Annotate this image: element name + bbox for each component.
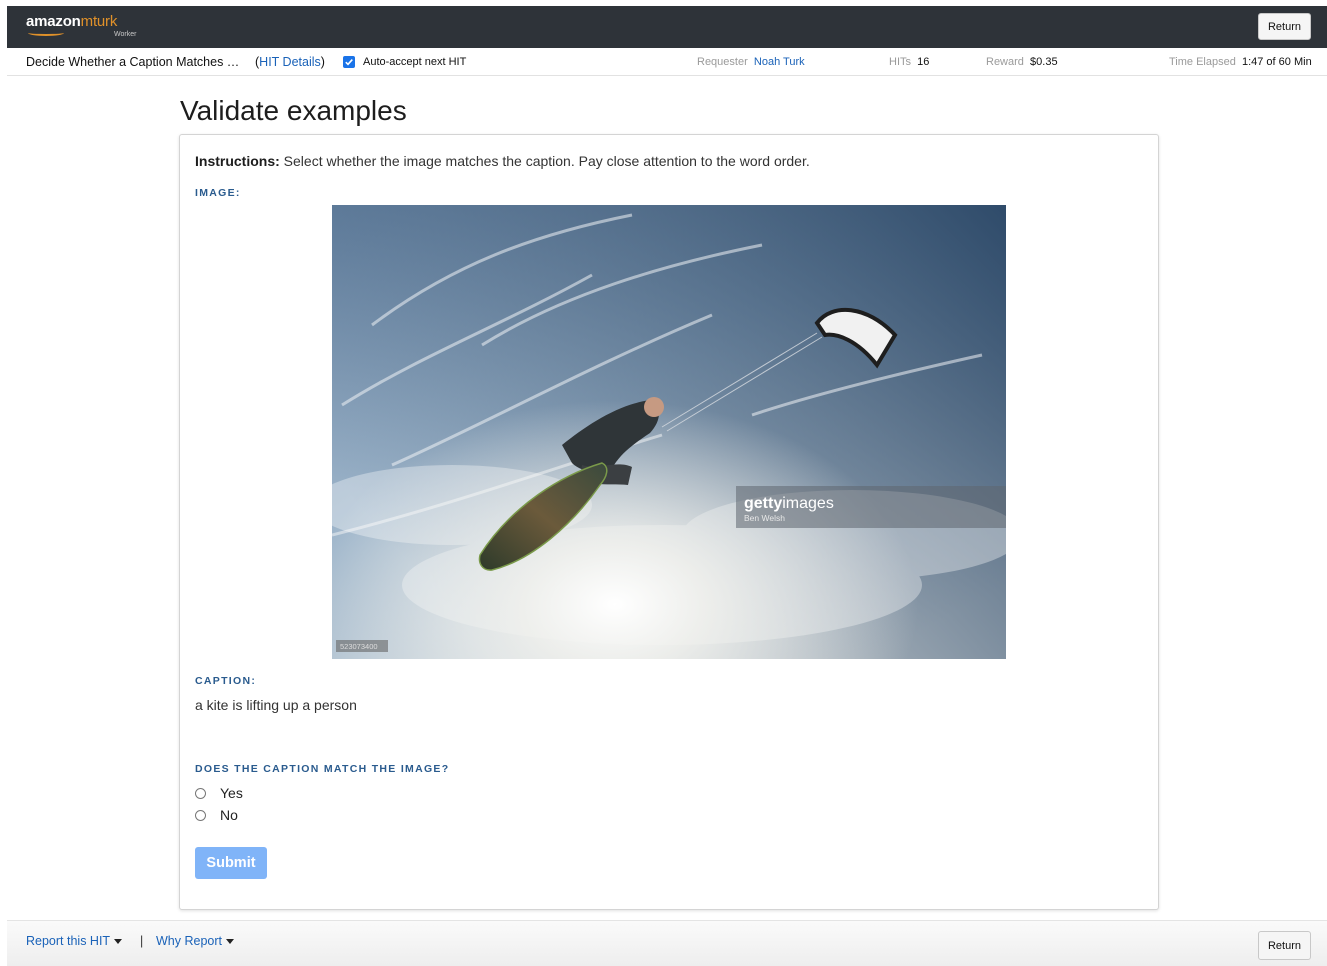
image-section-label: IMAGE: [195,187,241,199]
return-button-top[interactable]: Return [1258,13,1311,40]
task-image: gettyimages Ben Welsh 523073400 [332,205,1006,659]
footer-separator: | [140,934,144,948]
logo-subtitle: Worker [114,31,137,38]
time-value: 1:47 of 60 Min [1241,56,1312,68]
watermark-brand: getty [744,495,782,512]
option-yes-label: Yes [220,785,243,801]
question-label: DOES THE CAPTION MATCH THE IMAGE? [195,763,450,775]
option-no-label: No [220,807,238,823]
reward-info: Reward $0.35 [986,56,1058,68]
submit-button[interactable]: Submit [195,847,267,879]
requester-label: Requester [697,56,748,68]
footer-bar: Report this HIT | Why Report Return [7,920,1327,966]
auto-accept-checkbox[interactable] [343,56,355,68]
hit-title: Decide Whether a Caption Matches … [26,55,240,69]
logo-product: mturk [80,13,118,30]
image-id: 523073400 [340,642,378,651]
page-title: Validate examples [180,95,407,126]
kiteboarder-photo: gettyimages Ben Welsh 523073400 [332,205,1006,659]
radio-no[interactable] [195,809,206,821]
watermark-credit: Ben Welsh [744,513,785,523]
requester-link[interactable]: Noah Turk [754,56,805,68]
hit-details: (HIT Details) [255,55,325,69]
checkmark-icon [345,59,353,66]
svg-text:gettyimages: gettyimages [744,495,834,512]
instructions: Instructions: Select whether the image m… [195,153,810,169]
return-button-bottom[interactable]: Return [1258,931,1311,960]
caret-down-icon [114,939,123,945]
option-no[interactable]: No [195,807,238,823]
time-elapsed-info: Time Elapsed 1:47 of 60 Min [1169,56,1312,68]
caret-down-icon [226,939,234,945]
watermark-brand2: images [782,495,834,512]
instructions-label: Instructions: [195,153,280,169]
time-label: Time Elapsed [1169,56,1236,68]
task-card: Instructions: Select whether the image m… [179,134,1159,910]
hits-label: HITs [889,56,911,68]
hit-info-bar: Decide Whether a Caption Matches … (HIT … [7,48,1327,76]
why-report-link[interactable]: Why Report [156,934,234,948]
top-navigation-bar: amazonmturk Worker Return [7,6,1327,48]
caption-section-label: CAPTION: [195,675,257,687]
caption-text: a kite is lifting up a person [195,697,357,713]
instructions-text: Select whether the image matches the cap… [279,153,810,169]
amazon-smile-icon [28,30,64,36]
reward-label: Reward [986,56,1024,68]
report-hit-link[interactable]: Report this HIT [26,934,123,948]
mturk-logo[interactable]: amazonmturk Worker [26,13,136,38]
requester-info: Requester Noah Turk [697,56,805,68]
logo-brand: amazon [26,13,81,30]
hits-info: HITs 16 [889,56,929,68]
hit-details-link[interactable]: HIT Details [259,55,321,69]
hits-value: 16 [917,56,930,68]
auto-accept-label[interactable]: Auto-accept next HIT [363,56,466,68]
radio-yes[interactable] [195,787,206,799]
option-yes[interactable]: Yes [195,785,243,801]
reward-value: $0.35 [1030,56,1058,68]
